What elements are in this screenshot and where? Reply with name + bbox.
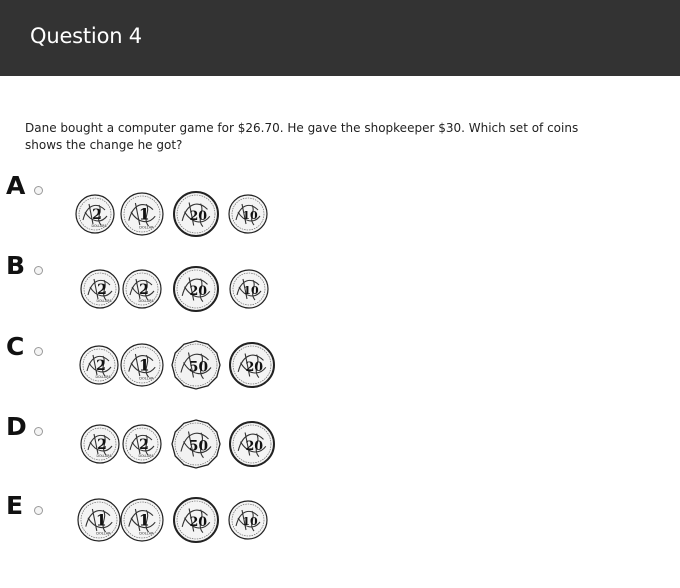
option-a[interactable]: A 2 DOLLARS 1 DOLLAR 20 10 bbox=[0, 172, 680, 244]
two-dollar-coin-icon: 2 DOLLARS bbox=[80, 269, 120, 309]
option-letter: B bbox=[6, 251, 26, 280]
coin-numeral: 1 bbox=[139, 512, 150, 530]
option-c-radio[interactable] bbox=[34, 347, 43, 356]
two-dollar-coin-icon: 2 DOLLARS bbox=[122, 269, 162, 309]
ten-cent-coin-icon: 10 bbox=[229, 269, 269, 309]
coin-word: DOLLARS bbox=[91, 224, 106, 228]
coin-word: DOLLARS bbox=[96, 299, 111, 303]
fifty-cent-coin-icon: 50 bbox=[171, 340, 221, 390]
twenty-cent-coin-icon: 20 bbox=[229, 421, 275, 467]
coin-numeral: 2 bbox=[139, 437, 149, 453]
ten-cent-coin-icon: 10 bbox=[228, 500, 268, 540]
twenty-cent-coin-icon: 20 bbox=[173, 266, 219, 312]
option-e[interactable]: E 1 DOLLAR 1 DOLLAR 20 10 bbox=[0, 492, 680, 564]
coin-numeral: 50 bbox=[189, 438, 208, 454]
coin-word: DOLLAR bbox=[96, 531, 111, 535]
coin-word: DOLLARS bbox=[95, 375, 110, 379]
coin-numeral: 20 bbox=[246, 359, 264, 374]
option-d[interactable]: D 2 DOLLARS 2 DOLLARS 50 20 bbox=[0, 413, 680, 485]
option-letter: C bbox=[6, 332, 25, 361]
option-b[interactable]: B 2 DOLLARS 2 DOLLARS 20 10 bbox=[0, 252, 680, 324]
coin-numeral: 2 bbox=[96, 358, 106, 374]
option-a-radio[interactable] bbox=[34, 186, 43, 195]
coin-numeral: 1 bbox=[139, 206, 150, 224]
option-letter: D bbox=[6, 412, 27, 441]
coin-word: DOLLARS bbox=[96, 454, 111, 458]
header-bar: Question 4 bbox=[0, 0, 680, 76]
coin-numeral: 20 bbox=[246, 438, 264, 453]
coin-numeral: 20 bbox=[190, 283, 208, 298]
fifty-cent-coin-icon: 50 bbox=[171, 419, 221, 469]
question-text: Dane bought a computer game for $26.70. … bbox=[25, 121, 579, 152]
one-dollar-coin-icon: 1 DOLLAR bbox=[120, 343, 164, 387]
coin-numeral: 50 bbox=[189, 359, 208, 375]
option-d-radio[interactable] bbox=[34, 427, 43, 436]
twenty-cent-coin-icon: 20 bbox=[229, 342, 275, 388]
two-dollar-coin-icon: 2 DOLLARS bbox=[122, 424, 162, 464]
coin-word: DOLLARS bbox=[138, 299, 153, 303]
one-dollar-coin-icon: 1 DOLLAR bbox=[120, 498, 164, 542]
option-c[interactable]: C 2 DOLLARS 1 DOLLAR 50 20 bbox=[0, 333, 680, 405]
coin-numeral: 20 bbox=[190, 208, 208, 223]
option-e-radio[interactable] bbox=[34, 506, 43, 515]
ten-cent-coin-icon: 10 bbox=[228, 194, 268, 234]
coin-numeral: 1 bbox=[96, 512, 107, 530]
twenty-cent-coin-icon: 20 bbox=[173, 497, 219, 543]
coin-numeral: 2 bbox=[139, 282, 149, 298]
coin-numeral: 2 bbox=[97, 437, 107, 453]
one-dollar-coin-icon: 1 DOLLAR bbox=[120, 192, 164, 236]
coin-word: DOLLAR bbox=[139, 225, 154, 229]
twenty-cent-coin-icon: 20 bbox=[173, 191, 219, 237]
option-b-radio[interactable] bbox=[34, 266, 43, 275]
coin-word: DOLLAR bbox=[139, 376, 154, 380]
coin-numeral: 1 bbox=[139, 357, 150, 375]
coin-numeral: 10 bbox=[243, 284, 259, 297]
coin-word: DOLLAR bbox=[139, 531, 154, 535]
two-dollar-coin-icon: 2 DOLLARS bbox=[79, 345, 119, 385]
one-dollar-coin-icon: 1 DOLLAR bbox=[77, 498, 121, 542]
option-letter: A bbox=[6, 171, 26, 200]
coin-numeral: 20 bbox=[190, 514, 208, 529]
coin-numeral: 10 bbox=[242, 515, 258, 528]
option-letter: E bbox=[6, 491, 24, 520]
coin-numeral: 2 bbox=[97, 282, 107, 298]
coin-word: DOLLARS bbox=[138, 454, 153, 458]
coin-numeral: 10 bbox=[242, 209, 258, 222]
coin-numeral: 2 bbox=[92, 207, 102, 223]
two-dollar-coin-icon: 2 DOLLARS bbox=[80, 424, 120, 464]
page-title: Question 4 bbox=[30, 24, 142, 48]
two-dollar-coin-icon: 2 DOLLARS bbox=[75, 194, 115, 234]
